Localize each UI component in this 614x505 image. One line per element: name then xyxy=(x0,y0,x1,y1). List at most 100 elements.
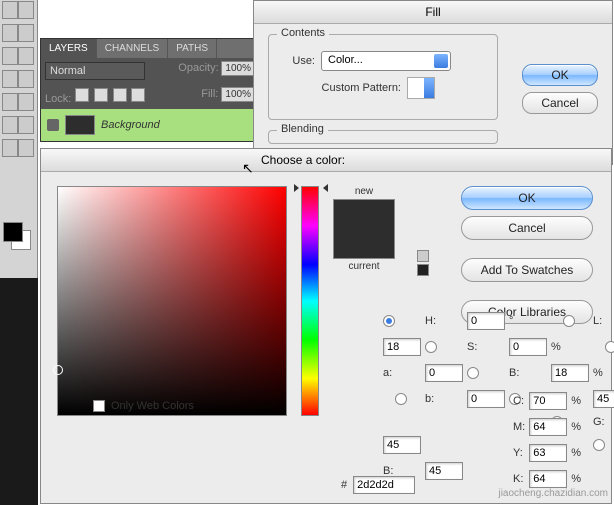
input-g[interactable] xyxy=(383,436,421,454)
marquee-tool-icon[interactable] xyxy=(18,1,34,19)
label-m: M: xyxy=(513,421,525,433)
label-c: C: xyxy=(513,395,525,407)
hex-label: # xyxy=(341,479,347,491)
eyedropper-tool-icon[interactable] xyxy=(18,47,34,65)
tab-paths[interactable]: PATHS xyxy=(168,39,217,58)
unit-deg: ° xyxy=(509,315,523,327)
input-l[interactable] xyxy=(383,338,421,356)
label-l: L: xyxy=(593,315,614,327)
foreground-swatch[interactable] xyxy=(3,222,23,242)
brush-tool-icon[interactable] xyxy=(18,70,34,88)
fill-label: Fill: xyxy=(201,88,218,100)
fill-cancel-button[interactable]: Cancel xyxy=(522,92,598,114)
blend-mode-select[interactable]: Normal xyxy=(45,62,145,80)
radio-s[interactable] xyxy=(425,341,437,353)
use-select[interactable]: Color... xyxy=(321,51,451,71)
move-tool-icon[interactable] xyxy=(2,1,18,19)
hand-tool-icon[interactable] xyxy=(18,139,34,157)
pattern-select[interactable] xyxy=(407,77,435,99)
shape-tool-icon[interactable] xyxy=(2,139,18,157)
radio-b-rgb[interactable] xyxy=(593,439,605,451)
unit-pct-b: % xyxy=(593,367,607,379)
radio-b-hsb[interactable] xyxy=(467,367,479,379)
hex-input[interactable] xyxy=(353,476,415,494)
label-g: G: xyxy=(593,416,614,428)
lock-position-icon[interactable] xyxy=(113,88,127,102)
label-b-lab: b: xyxy=(425,393,463,405)
lock-label: Lock: xyxy=(45,93,71,105)
input-k[interactable] xyxy=(529,470,567,488)
input-b-hsb[interactable] xyxy=(551,364,589,382)
fill-ok-button[interactable]: OK xyxy=(522,64,598,86)
unit-pct-y: % xyxy=(571,447,585,459)
color-dialog-title: Choose a color: xyxy=(41,149,611,172)
only-web-colors-checkbox[interactable] xyxy=(93,400,105,412)
lock-transparent-icon[interactable] xyxy=(75,88,89,102)
use-label: Use: xyxy=(281,55,315,67)
color-field[interactable] xyxy=(57,186,287,416)
fill-dialog: Fill Contents Use: Color... Custom Patte… xyxy=(253,0,613,165)
blending-label: Blending xyxy=(277,123,328,135)
color-ok-button[interactable]: OK xyxy=(461,186,593,210)
layer-thumbnail[interactable] xyxy=(65,115,95,135)
wand-tool-icon[interactable] xyxy=(18,24,34,42)
layers-panel: LAYERS CHANNELS PATHS Normal Opacity: 10… xyxy=(40,38,260,142)
current-label: current xyxy=(348,261,379,272)
heal-tool-icon[interactable] xyxy=(2,70,18,88)
history-tool-icon[interactable] xyxy=(18,93,34,111)
opacity-label: Opacity: xyxy=(178,62,218,74)
footer-watermark: jiaocheng.chazidian.com xyxy=(498,488,608,499)
input-y[interactable] xyxy=(529,444,567,462)
radio-h[interactable] xyxy=(383,315,395,327)
color-preview xyxy=(333,199,395,259)
custom-pattern-label: Custom Pattern: xyxy=(281,82,401,94)
label-b-hsb: B: xyxy=(509,367,547,379)
layer-item[interactable]: Background xyxy=(41,109,259,141)
input-h[interactable] xyxy=(467,312,505,330)
new-label: new xyxy=(355,186,373,197)
tab-layers[interactable]: LAYERS xyxy=(41,39,97,58)
label-h: H: xyxy=(425,315,463,327)
new-color-swatch xyxy=(334,200,394,229)
input-m[interactable] xyxy=(529,418,567,436)
hue-slider-handle[interactable] xyxy=(296,184,326,192)
fill-dialog-title: Fill xyxy=(254,1,612,24)
color-picker-dialog: Choose a color: new current OK Cancel Ad… xyxy=(40,148,612,504)
color-cancel-button[interactable]: Cancel xyxy=(461,216,593,240)
gamut-warning-icon[interactable] xyxy=(417,250,429,262)
input-s[interactable] xyxy=(509,338,547,356)
current-color-swatch[interactable] xyxy=(334,229,394,258)
input-r[interactable] xyxy=(593,390,614,408)
only-web-colors-label: Only Web Colors xyxy=(111,400,194,412)
radio-b-lab[interactable] xyxy=(395,393,407,405)
input-b-lab[interactable] xyxy=(467,390,505,408)
layer-name[interactable]: Background xyxy=(101,119,160,131)
fill-value[interactable]: 100% xyxy=(221,87,255,102)
radio-a[interactable] xyxy=(605,341,614,353)
unit-pct-m: % xyxy=(571,421,585,433)
stamp-tool-icon[interactable] xyxy=(2,93,18,111)
label-a: a: xyxy=(383,367,421,379)
input-b-rgb[interactable] xyxy=(425,462,463,480)
gamut-swatch[interactable] xyxy=(417,264,429,276)
lock-all-icon[interactable] xyxy=(131,88,145,102)
pen-tool-icon[interactable] xyxy=(18,116,34,134)
lasso-tool-icon[interactable] xyxy=(2,24,18,42)
add-to-swatches-button[interactable]: Add To Swatches xyxy=(461,258,593,282)
unit-pct-k: % xyxy=(571,473,585,485)
radio-l[interactable] xyxy=(563,315,575,327)
lock-pixels-icon[interactable] xyxy=(94,88,108,102)
label-k: K: xyxy=(513,473,525,485)
input-c[interactable] xyxy=(529,392,567,410)
opacity-value[interactable]: 100% xyxy=(221,61,255,76)
contents-label: Contents xyxy=(277,27,329,39)
type-tool-icon[interactable] xyxy=(2,116,18,134)
label-s: S: xyxy=(467,341,505,353)
unit-pct-s: % xyxy=(551,341,565,353)
hue-slider[interactable] xyxy=(301,186,319,416)
crop-tool-icon[interactable] xyxy=(2,47,18,65)
visibility-icon[interactable] xyxy=(47,119,59,131)
tab-channels[interactable]: CHANNELS xyxy=(97,39,168,58)
input-a[interactable] xyxy=(425,364,463,382)
color-field-cursor xyxy=(53,365,63,375)
